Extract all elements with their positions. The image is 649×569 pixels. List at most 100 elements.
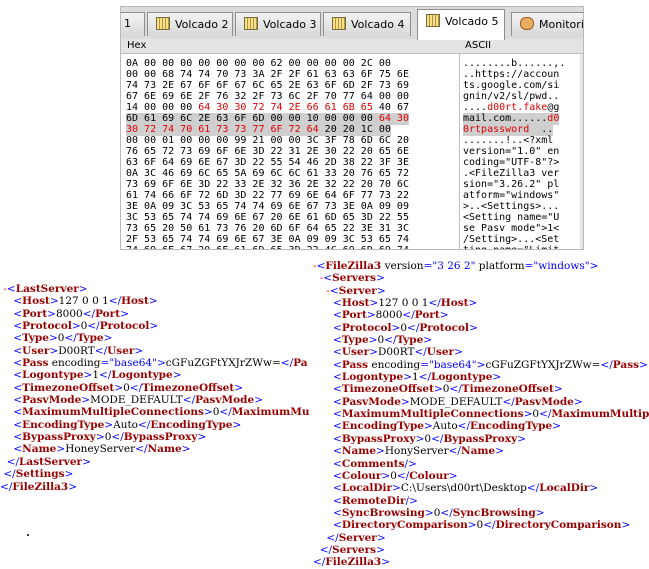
xml-tag-name: Host: [341, 297, 370, 310]
xml-bracket: >: [149, 320, 159, 333]
xml-bracket: >: [156, 357, 166, 370]
xml-line: <PasvMode>MODE_DEFAULT</PasvMode>: [313, 396, 649, 408]
xml-line: <MaximumMultipleConnections>0</MaximumMu…: [313, 408, 649, 420]
ascii-text: ....: [463, 102, 488, 113]
stray-dot: [27, 534, 29, 536]
xml-text-value: MODE_DEFAULT: [409, 395, 503, 408]
xml-indent: [0, 332, 13, 344]
xml-bracket: <: [333, 297, 342, 310]
xml-bracket: <: [323, 272, 333, 285]
tab-1[interactable]: 1: [121, 12, 145, 36]
xml-bracket: >: [381, 556, 391, 569]
xml-indent: [0, 369, 13, 381]
xml-text-value: 1: [92, 369, 100, 382]
hex-row[interactable]: 74 69 6E 67 20 6E 61 6D 65 3D 22 4C 69 6…: [126, 245, 409, 249]
xml-bracket: </: [64, 332, 77, 345]
ascii-row[interactable]: ting name="Limit: [463, 245, 559, 249]
memory-dump-icon: [426, 14, 440, 27]
xml-line: </FileZilla3>: [313, 556, 649, 568]
tab-volcado-2[interactable]: Volcado 2: [147, 12, 233, 36]
memory-dump-icon: [156, 17, 170, 30]
xml-bracket: >: [400, 395, 410, 408]
xml-bracket: >: [120, 307, 129, 320]
xml-tag-name: LastServer: [15, 283, 79, 295]
xml-bracket: >: [64, 468, 74, 481]
xml-bracket: </: [402, 309, 415, 322]
xml-bracket: >: [234, 381, 244, 394]
xml-bracket: </: [326, 531, 339, 544]
monitor-icon: [520, 17, 534, 30]
highlighted-credential-bytes: 64 30: [378, 113, 409, 124]
tab-label: 1: [124, 17, 131, 30]
xml-tag-name: PasvMode: [195, 394, 255, 407]
xml-bracket: <: [13, 394, 23, 407]
xml-bracket: >: [71, 320, 81, 333]
xml-text-value: 1: [412, 371, 419, 384]
xml-bracket: >: [68, 480, 78, 493]
hex-bytes: 73 65 20 50 61 73 76 20 6D 6F 64 65 22 3…: [126, 223, 409, 234]
xml-bracket: <: [333, 457, 342, 470]
xml-bracket: <: [333, 408, 342, 421]
xml-tag-name: User: [426, 346, 455, 359]
xml-bracket: >: [48, 332, 58, 345]
xml-indent: [313, 322, 333, 334]
xml-bracket: </: [526, 482, 540, 495]
xml-tag-name: Servers: [332, 272, 377, 285]
xml-bracket: <: [13, 369, 23, 382]
xml-line: <BypassProxy>0</BypassProxy>: [0, 431, 320, 443]
xml-tag-name: Logontype: [111, 369, 173, 382]
xml-indent: [0, 345, 13, 357]
xml-line: <Logontype>1</Logontype>: [0, 369, 320, 381]
xml-bracket: </: [129, 381, 143, 394]
xml-tag-name: FileZilla3: [325, 556, 382, 569]
xml-tag-name: LocalDir: [539, 482, 590, 495]
xml-bracket: <: [13, 344, 23, 357]
tab-monitorizar[interactable]: Monitoriz: [511, 12, 583, 36]
tab-volcado-4[interactable]: Volcado 4: [323, 12, 411, 36]
xml-bracket: </: [87, 320, 100, 333]
xml-tag-name: MaximumMu: [231, 406, 310, 419]
xml-bracket: <: [13, 431, 23, 444]
xml-text-value: C:\Users\d00rt\Desktop: [400, 482, 527, 495]
highlighted-credential-bytes: 30 72 74 70 61 73 73 77 6F 72 64: [126, 124, 319, 135]
hex-bytes-pane[interactable]: 0A 00 00 00 00 00 00 00 62 00 00 00 00 2…: [121, 54, 460, 249]
xml-line: <Pass encoding="base64">cGFuZGFtYXJrZWw=…: [0, 357, 320, 369]
xml-bracket: </: [483, 519, 496, 532]
xml-bracket: >: [552, 420, 561, 433]
xml-tag-name: Settings: [15, 468, 65, 481]
xml-tag-name: Host: [440, 297, 469, 310]
hex-editor-panel: 1 Volcado 2 Volcado 3 Volcado 4 Volcado …: [120, 6, 584, 250]
xml-line: <Colour>0</Colour>: [313, 470, 649, 482]
ascii-text: ts.google.com/si: [463, 80, 560, 91]
xml-attr-name: encoding: [368, 358, 421, 371]
xml-bracket: <: [13, 332, 23, 345]
xml-bracket: </: [94, 344, 108, 357]
xml-tag-name: Name: [460, 445, 496, 458]
xml-line: <Host>127 0 0 1</Host>: [0, 295, 320, 307]
xml-indent: [313, 544, 320, 556]
ascii-text: @g: [547, 102, 560, 113]
xml-bracket: >: [78, 283, 88, 295]
xml-bracket: >: [232, 418, 242, 431]
hex-bytes: 2F 53 65 74 74 69 6E 67 3E 0A 09 09 3C 5…: [126, 234, 409, 245]
vertical-scrollbar[interactable]: [580, 54, 583, 249]
xml-attr-value: windows: [538, 260, 585, 272]
tab-volcado-3[interactable]: Volcado 3: [235, 12, 321, 36]
ascii-text-pane[interactable]: ........b......,. ..https://accoun ts.goog…: [460, 54, 583, 249]
xml-indent: [313, 532, 326, 544]
tab-volcado-5[interactable]: Volcado 5: [417, 9, 505, 40]
xml-line: </Settings>: [0, 468, 320, 480]
xml-bracket: >: [469, 321, 478, 334]
xml-punct: =": [524, 260, 539, 272]
xml-tag-name: Pass: [341, 358, 369, 371]
xml-bracket: >: [376, 543, 385, 556]
xml-attr-value: 3 26 2: [437, 260, 471, 272]
xml-bracket: >: [369, 346, 378, 359]
xml-indent: [313, 309, 333, 321]
xml-bracket: </: [6, 455, 20, 468]
xml-punct: =": [420, 358, 434, 371]
xml-bracket: >: [423, 420, 433, 433]
xml-bracket: >: [392, 482, 401, 495]
xml-tag-name: Name: [147, 443, 182, 456]
xml-bracket: </: [111, 431, 124, 444]
